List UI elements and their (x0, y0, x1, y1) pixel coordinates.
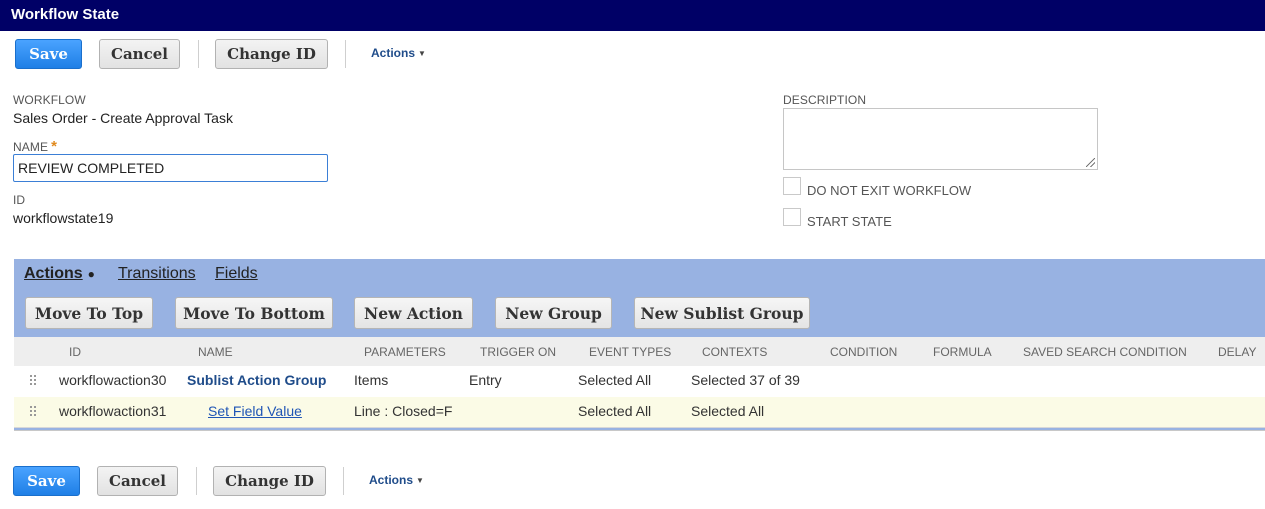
column-header-event-types[interactable]: EVENT TYPES (589, 345, 671, 359)
new-action-button[interactable]: New Action (354, 297, 473, 329)
toolbar-divider (198, 40, 199, 68)
new-sublist-group-button[interactable]: New Sublist Group (634, 297, 810, 329)
cancel-button[interactable]: Cancel (99, 39, 180, 69)
resize-handle-icon[interactable] (1086, 158, 1095, 167)
toolbar-divider (343, 467, 344, 495)
row-trigger-on: Entry (469, 372, 502, 388)
move-to-bottom-button[interactable]: Move To Bottom (175, 297, 333, 329)
actions-menu[interactable]: Actions ▼ (371, 46, 426, 60)
row-parameters: Items (354, 372, 389, 388)
actions-menu-label: Actions (371, 46, 416, 60)
workflow-value: Sales Order - Create Approval Task (13, 110, 233, 126)
actions-menu-bottom[interactable]: Actions ▼ (369, 473, 424, 487)
row-id: workflowaction30 (59, 372, 167, 388)
required-marker: * (51, 138, 58, 155)
page-title: Workflow State (11, 6, 120, 23)
column-header-contexts[interactable]: CONTEXTS (702, 345, 767, 359)
new-group-button[interactable]: New Group (495, 297, 612, 329)
do-not-exit-workflow-label: DO NOT EXIT WORKFLOW (807, 183, 972, 198)
subtab-bar: Actions ● Transitions Fields (14, 259, 1265, 288)
column-header-saved-search-condition[interactable]: SAVED SEARCH CONDITION (1023, 345, 1187, 359)
column-header-condition[interactable]: CONDITION (830, 345, 897, 359)
caret-down-icon: ▼ (418, 48, 426, 58)
row-event-types: Selected All (578, 403, 652, 419)
row-event-types: Selected All (578, 372, 652, 388)
workflow-label: WORKFLOW (13, 93, 86, 107)
row-contexts: Selected 37 of 39 (691, 372, 800, 388)
active-dot-icon: ● (87, 267, 95, 281)
drag-handle-icon[interactable] (30, 406, 38, 418)
id-value: workflowstate19 (13, 210, 114, 226)
move-to-top-button[interactable]: Move To Top (25, 297, 153, 329)
toolbar-divider (345, 40, 346, 68)
row-parameters: Line : Closed=F (354, 403, 453, 419)
name-label-text: NAME (13, 140, 49, 154)
row-name-link[interactable]: Sublist Action Group (187, 372, 326, 388)
name-label: NAME * (13, 138, 57, 155)
title-bar: Workflow State (0, 0, 1265, 31)
column-header-id[interactable]: ID (69, 345, 81, 359)
description-textarea[interactable] (783, 108, 1098, 170)
save-button-bottom[interactable]: Save (13, 466, 80, 496)
tab-actions-label: Actions (24, 265, 83, 282)
row-contexts: Selected All (691, 403, 765, 419)
cancel-button-bottom[interactable]: Cancel (97, 466, 178, 496)
save-button[interactable]: Save (15, 39, 82, 69)
change-id-button-bottom[interactable]: Change ID (213, 466, 326, 496)
column-header-parameters[interactable]: PARAMETERS (364, 345, 446, 359)
tab-fields[interactable]: Fields (215, 265, 258, 283)
column-header-trigger-on[interactable]: TRIGGER ON (480, 345, 556, 359)
name-input[interactable] (13, 154, 328, 182)
description-label: DESCRIPTION (783, 93, 867, 107)
id-label: ID (13, 193, 26, 207)
row-name-link[interactable]: Set Field Value (208, 403, 302, 419)
start-state-checkbox[interactable] (783, 208, 801, 226)
start-state-label: START STATE (807, 214, 892, 229)
actions-menu-label: Actions (369, 473, 414, 487)
column-header-formula[interactable]: FORMULA (933, 345, 992, 359)
drag-handle-icon[interactable] (30, 375, 38, 387)
column-header-delay[interactable]: DELAY (1218, 345, 1256, 359)
column-header-name[interactable]: NAME (198, 345, 233, 359)
change-id-button[interactable]: Change ID (215, 39, 328, 69)
toolbar-divider (196, 467, 197, 495)
row-id: workflowaction31 (59, 403, 167, 419)
tab-transitions[interactable]: Transitions (118, 265, 196, 283)
caret-down-icon: ▼ (416, 475, 424, 485)
tab-actions[interactable]: Actions ● (24, 265, 95, 283)
do-not-exit-workflow-checkbox[interactable] (783, 177, 801, 195)
